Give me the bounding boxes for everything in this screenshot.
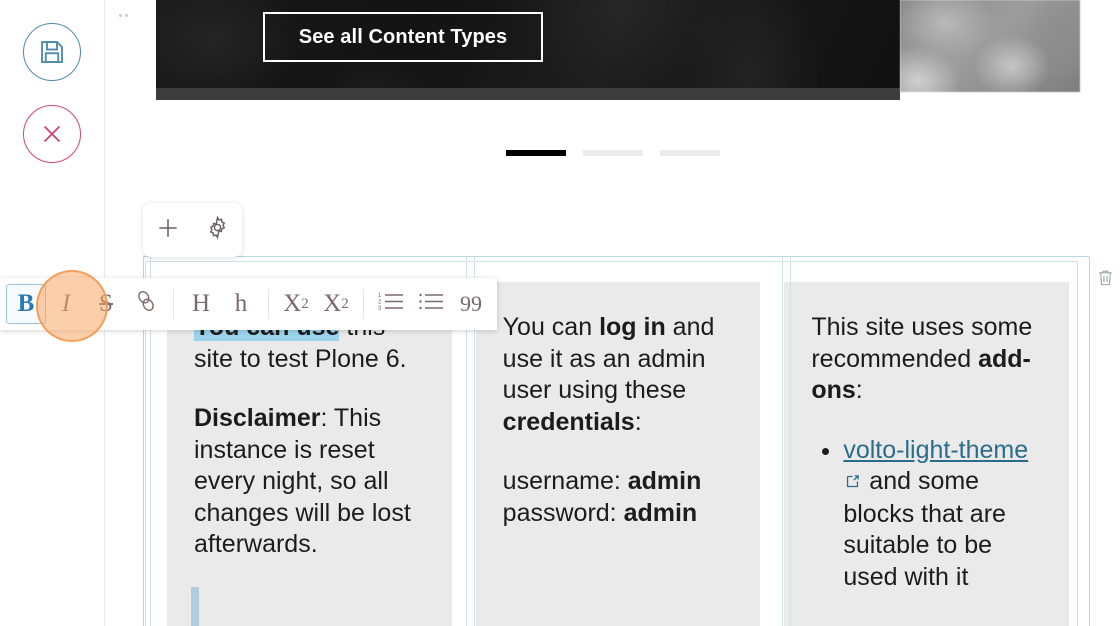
toolbar-separator [173, 289, 174, 319]
credentials-label: credentials [502, 407, 635, 436]
username-label: username: [502, 467, 628, 495]
slider-pagination [105, 150, 1120, 156]
bulleted-list-button[interactable] [411, 284, 451, 324]
card2-credentials-block: username: admin password: admin [503, 466, 734, 529]
bold-button[interactable]: B [6, 284, 46, 324]
card3-run-2: : [855, 376, 863, 404]
italic-button[interactable]: I [46, 284, 86, 324]
password-value: admin [623, 498, 698, 527]
drag-dots-icon[interactable] [119, 14, 128, 17]
block-drag-indicator[interactable] [191, 587, 199, 626]
plone-volto-editor: See all Content Types site to test Plone… [0, 0, 1120, 626]
see-all-content-types-button[interactable]: See all Content Types [263, 12, 543, 62]
password-label: password: [502, 498, 624, 527]
list-item: volto-light-theme and some blocks that a… [843, 435, 1042, 594]
volto-light-theme-link[interactable]: volto-light-theme [843, 436, 1028, 464]
disclaimer-label: Disclaimer [194, 404, 321, 432]
save-floppy-icon [37, 37, 67, 67]
slider-dot-1[interactable] [505, 150, 566, 156]
ul-icon [418, 290, 444, 319]
subscript-button[interactable]: X2 [276, 284, 316, 324]
heading-button[interactable]: H [181, 284, 221, 324]
teaser-card-credentials[interactable]: You can log in and use it as an admin us… [475, 282, 761, 626]
hero-bottom-strip [156, 88, 900, 100]
hero-photo-thumbnail [900, 0, 1080, 92]
teaser-grid: You can use this site to test Plone 6. D… [167, 282, 1070, 626]
svg-text:1: 1 [378, 293, 382, 299]
cancel-button[interactable] [23, 105, 81, 163]
subheading-button[interactable]: h [221, 284, 261, 324]
close-circle-icon [37, 119, 67, 149]
superscript-button[interactable]: X2 [316, 284, 356, 324]
subscript-digit: 2 [301, 295, 309, 312]
card1-paragraph-2: Disclaimer: This instance is reset every… [194, 403, 425, 561]
addons-list-text: and some blocks that are suitable to be … [843, 467, 1006, 591]
toolbar-separator [363, 289, 364, 319]
username-value: admin [627, 467, 702, 495]
teaser-card-site-intro[interactable]: You can use this site to test Plone 6. D… [167, 282, 452, 626]
gear-icon [205, 215, 230, 245]
slider-dot-2[interactable] [582, 150, 643, 156]
rich-text-format-toolbar: B I S H h X2 X2 1 2 3 99 [0, 278, 497, 330]
save-button[interactable] [23, 23, 81, 81]
svg-text:2: 2 [378, 299, 382, 305]
plus-icon [155, 215, 181, 246]
strikethrough-button[interactable]: S [86, 284, 126, 324]
card2-run-3: : [634, 407, 642, 436]
toolbar-separator [268, 289, 269, 319]
block-settings-button[interactable] [197, 210, 237, 250]
add-block-button[interactable] [148, 210, 188, 250]
trash-icon [1096, 267, 1115, 293]
ol-icon: 1 2 3 [378, 290, 404, 319]
teaser-card-addons[interactable]: This site uses some recommended add-ons:… [784, 282, 1070, 626]
log-in-label: log in [599, 313, 666, 341]
svg-text:3: 3 [378, 306, 382, 312]
block-insert-toolbar [143, 203, 242, 257]
link-button[interactable] [126, 284, 166, 324]
numbered-list-button[interactable]: 1 2 3 [371, 284, 411, 324]
superscript-digit: 2 [341, 295, 349, 312]
external-link-icon [844, 467, 861, 499]
card3-paragraph-1: This site uses some recommended add-ons: [811, 312, 1042, 407]
block-guide-line [782, 256, 783, 626]
hero-banner-block[interactable]: See all Content Types [156, 0, 900, 100]
hero-cta-label: See all Content Types [298, 25, 508, 48]
addons-list: volto-light-theme and some blocks that a… [843, 435, 1042, 594]
link-icon [133, 288, 159, 321]
card2-run-1: You can [502, 313, 600, 341]
blockquote-button[interactable]: 99 [451, 284, 491, 324]
remove-block-button[interactable] [1093, 265, 1117, 295]
block-guide-line [790, 256, 791, 626]
card2-paragraph-1: You can log in and use it as an admin us… [503, 312, 734, 438]
slider-dot-3[interactable] [659, 150, 720, 156]
